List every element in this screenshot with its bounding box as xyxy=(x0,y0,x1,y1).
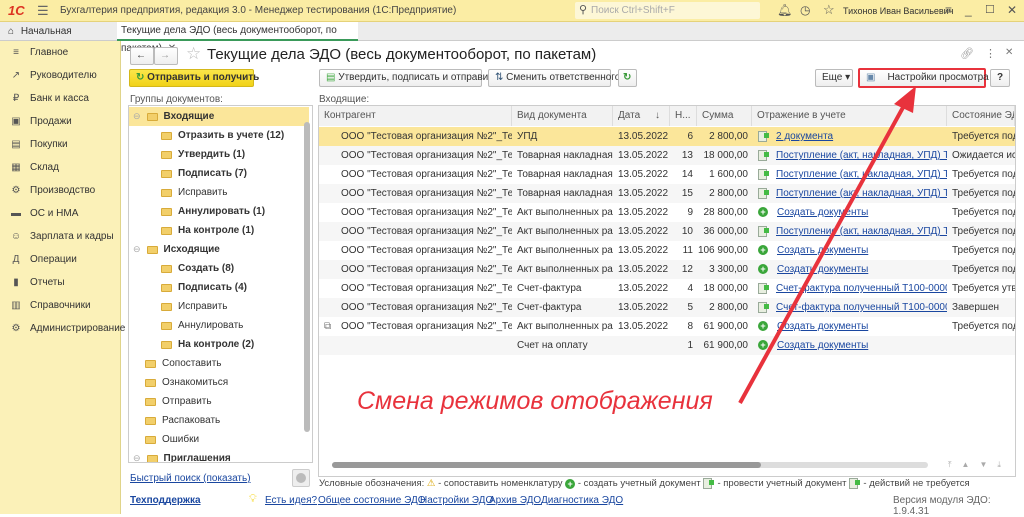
arrow-shaft xyxy=(738,101,908,404)
arrow-head xyxy=(894,86,916,113)
annotation-arrow xyxy=(738,86,916,404)
